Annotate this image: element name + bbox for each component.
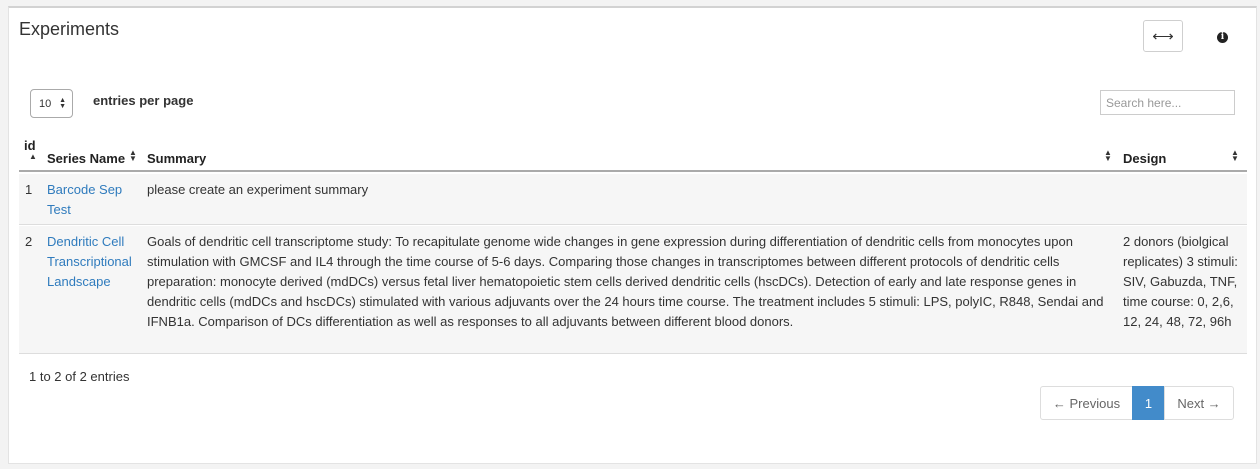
column-header-design[interactable]: Design (1123, 151, 1166, 166)
experiments-panel: Experiments ⟷ i 10 ▲▼ entries per page i… (8, 6, 1257, 464)
row-design: 2 donors (biolgical replicates) 3 stimul… (1123, 234, 1238, 329)
row-summary: Goals of dendritic cell transcriptome st… (147, 234, 1104, 329)
column-header-id[interactable]: id (24, 138, 36, 153)
horizontal-expand-icon: ⟷ (1152, 28, 1174, 45)
search-input[interactable] (1100, 90, 1235, 115)
info-icon[interactable]: i (1217, 32, 1228, 43)
entries-per-page-value: 10 (39, 97, 52, 110)
table-info: 1 to 2 of 2 entries (29, 369, 130, 384)
row-id: 2 (25, 234, 33, 249)
expand-button[interactable]: ⟷ (1143, 20, 1183, 52)
previous-page-button[interactable]: ← Previous (1040, 386, 1133, 420)
row-id: 1 (25, 182, 33, 197)
table-header: id ▲ Series Name ▲ ▼ Summary ▲ ▼ Design ▲ ▼ (19, 138, 1247, 172)
series-name-link[interactable]: Barcode Sep Test (47, 182, 122, 217)
column-header-summary[interactable]: Summary (147, 151, 206, 166)
select-arrows-icon: ▲ ▼ (59, 97, 66, 110)
pagination: ← Previous 1 Next → (1040, 386, 1234, 420)
sort-asc-icon[interactable]: ▲ (29, 153, 37, 161)
table-row: 2 Dendritic Cell Transcriptional Landsca… (19, 226, 1247, 354)
sort-both-icon[interactable]: ▲ ▼ (1231, 149, 1239, 163)
sort-both-icon[interactable]: ▲ ▼ (129, 149, 137, 163)
entries-per-page-label: entries per page (93, 93, 194, 108)
sort-both-icon[interactable]: ▲ ▼ (1104, 149, 1112, 163)
page-1-button[interactable]: 1 (1132, 386, 1165, 420)
series-name-link[interactable]: Dendritic Cell Transcriptional Landscape (47, 234, 132, 289)
row-summary: please create an experiment summary (147, 182, 369, 197)
column-header-series-name[interactable]: Series Name (47, 151, 125, 166)
panel-title: Experiments (19, 19, 120, 39)
next-page-button[interactable]: Next → (1164, 386, 1234, 420)
table-row: 1 Barcode Sep Test please create an expe… (19, 174, 1247, 225)
entries-per-page-select[interactable]: 10 ▲ ▼ (30, 89, 73, 118)
